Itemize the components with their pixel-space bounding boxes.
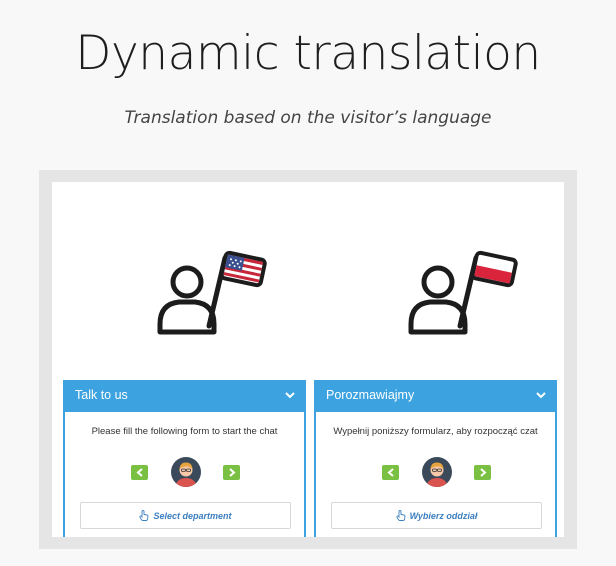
chat-widget-header[interactable]: Porozmawiajmy [314,380,557,412]
user-with-pl-flag-icon [406,246,526,336]
chevron-left-icon [386,468,394,477]
chat-widget-title: Talk to us [75,388,128,402]
avatar [171,457,201,487]
chat-widget-english: Talk to us Please fill the following for… [63,380,306,537]
chevron-left-icon [135,468,143,477]
pointing-hand-icon [395,510,406,521]
next-agent-button[interactable] [474,465,491,480]
chevron-right-icon [479,468,487,477]
select-department-label: Select department [153,511,232,521]
page-subtitle: Translation based on the visitor’s langu… [124,108,492,128]
select-department-button[interactable]: Wybierz oddział [331,502,542,529]
select-department-label: Wybierz oddział [409,511,478,521]
chat-widget-message: Please fill the following form to start … [91,426,278,437]
chat-widget-title: Porozmawiajmy [326,388,415,402]
select-department-button[interactable]: Select department [80,502,291,529]
demo-canvas: Talk to us Please fill the following for… [52,182,564,537]
chevron-down-icon[interactable] [535,389,547,401]
previous-agent-button[interactable] [131,465,148,480]
demo-frame: Talk to us Please fill the following for… [39,170,577,549]
chat-widget-message: Wypełnij poniższy formularz, aby rozpocz… [333,426,538,437]
chat-widget-header[interactable]: Talk to us [63,380,306,412]
avatar [422,457,452,487]
chevron-down-icon[interactable] [284,389,296,401]
page-title: Dynamic translation [75,26,541,81]
previous-agent-button[interactable] [382,465,399,480]
user-with-us-flag-icon [155,246,275,336]
chevron-right-icon [228,468,236,477]
next-agent-button[interactable] [223,465,240,480]
chat-widget-polish: Porozmawiajmy Wypełnij poniższy formular… [314,380,557,537]
pointing-hand-icon [139,510,149,521]
